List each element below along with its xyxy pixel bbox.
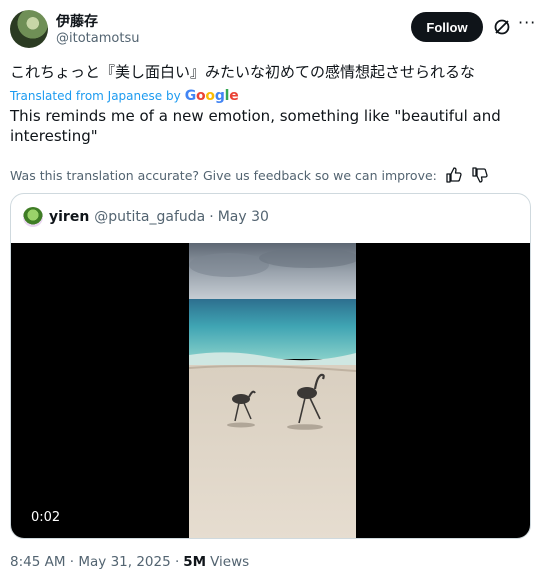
author-name[interactable]: 伊藤存	[56, 11, 98, 31]
quoted-post-date: May 30	[217, 209, 269, 225]
thumbs-down-icon[interactable]	[471, 166, 489, 184]
separator-dot: ·	[209, 209, 214, 225]
translated-from-label: Translated from Japanese by	[10, 89, 181, 103]
avatar[interactable]	[10, 10, 48, 48]
google-logo: Google	[184, 88, 239, 104]
grok-icon[interactable]	[492, 17, 512, 37]
video-time: 0:02	[31, 510, 61, 525]
more-icon[interactable]: ···	[518, 15, 535, 37]
post-header: 伊藤存 @itotamotsu Follow ···	[10, 10, 535, 50]
video-player[interactable]: 0:02	[11, 243, 530, 538]
thumbs-up-icon[interactable]	[445, 166, 463, 184]
author-handle[interactable]: @itotamotsu	[56, 31, 139, 46]
quoted-post[interactable]: yiren @putita_gafuda · May 30 0:02	[10, 193, 531, 539]
translation-attribution[interactable]: Translated from Japanese by Google	[10, 88, 239, 104]
translation-feedback: Was this translation accurate? Give us f…	[10, 166, 489, 184]
follow-button[interactable]: Follow	[411, 12, 483, 42]
post-meta: 8:45 AM · May 31, 2025 · 5M Views	[10, 554, 249, 570]
quoted-author-handle: @putita_gafuda	[94, 209, 206, 225]
post-timestamp[interactable]: 8:45 AM · May 31, 2025 ·	[10, 554, 179, 570]
post-original-text: これちょっと『美し面白い』みたいな初めての感情想起させられるな	[10, 63, 476, 81]
views-label: Views	[210, 554, 250, 570]
avatar	[23, 207, 43, 227]
quoted-post-header: yiren @putita_gafuda · May 30	[23, 206, 269, 228]
feedback-prompt: Was this translation accurate? Give us f…	[10, 167, 437, 183]
quoted-author-name: yiren	[49, 209, 90, 225]
video-frame	[189, 243, 356, 538]
post-translation-text: This reminds me of a new emotion, someth…	[10, 107, 501, 145]
views-count: 5M	[183, 554, 207, 570]
